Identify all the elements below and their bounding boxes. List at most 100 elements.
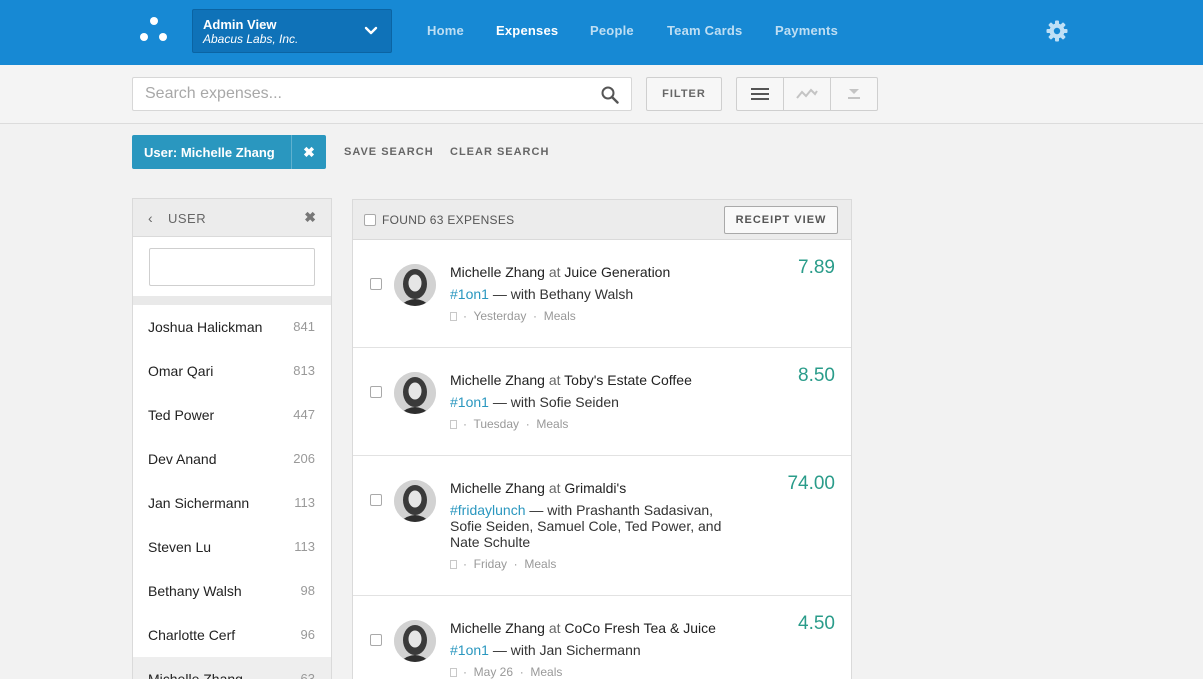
user-list-item[interactable]: Steven Lu 113 [133,525,331,569]
expense-tag[interactable]: #1on1 [450,394,489,410]
close-icon[interactable]: ✖ [304,209,316,226]
expense-checkbox[interactable] [370,278,382,290]
nav-payments[interactable]: Payments [775,23,838,38]
nav-home[interactable]: Home [427,23,464,38]
search-toolbar: FILTER [0,65,1203,124]
expense-title: Michelle Zhang at CoCo Fresh Tea & Juice [450,620,716,636]
user-name: Omar Qari [148,363,214,379]
expense-at: at [548,620,561,636]
expense-user: Michelle Zhang [450,620,545,636]
user-count: 206 [293,451,315,466]
avatar [394,620,436,662]
download-icon [848,89,860,99]
user-name: Dev Anand [148,451,217,467]
expense-attendees: — with Sofie Seiden [492,394,619,410]
trend-chart-icon [796,88,818,99]
expense-row[interactable]: Michelle Zhang at Juice Generation #1on1… [353,240,851,348]
user-list-item[interactable]: Ted Power 447 [133,393,331,437]
expense-tag[interactable]: #fridaylunch [450,502,526,518]
expense-amount: 4.50 [798,613,835,634]
top-nav-bar: Admin View Abacus Labs, Inc. Home Expens… [0,0,1203,65]
filter-button[interactable]: FILTER [646,77,722,111]
user-list-item[interactable]: Bethany Walsh 98 [133,569,331,613]
expense-date: Tuesday [473,417,520,431]
user-list-item[interactable]: Joshua Halickman 841 [133,305,331,349]
user-list-item[interactable]: Dev Anand 206 [133,437,331,481]
expense-attendees: — with Bethany Walsh [492,286,634,302]
user-list-item[interactable]: Omar Qari 813 [133,349,331,393]
expense-description: #1on1 — with Sofie Seiden [450,394,740,410]
expense-tag[interactable]: #1on1 [450,642,489,658]
clear-search-button[interactable]: CLEAR SEARCH [450,146,549,158]
expense-row[interactable]: Michelle Zhang at Grimaldi's #fridaylunc… [353,456,851,596]
expense-merchant: Toby's Estate Coffee [564,372,692,388]
avatar [394,264,436,306]
expense-checkbox[interactable] [370,386,382,398]
receipt-icon [450,560,457,569]
found-count-label: FOUND 63 EXPENSES [382,213,515,227]
receipt-icon [450,420,457,429]
user-count: 447 [293,407,315,422]
chevron-left-icon[interactable]: ‹ [148,210,153,226]
expense-date: May 26 [473,665,514,679]
nav-people[interactable]: People [590,23,634,38]
expense-date: Friday [473,557,508,571]
avatar [394,480,436,522]
user-name: Ted Power [148,407,215,423]
expense-merchant: Grimaldi's [564,480,627,496]
receipt-icon [450,668,457,677]
gear-icon[interactable] [1046,20,1068,42]
user-name: Bethany Walsh [148,583,242,599]
filter-chip-label: User: Michelle Zhang [144,145,275,160]
user-list-item[interactable]: Jan Sichermann 113 [133,481,331,525]
expense-tag[interactable]: #1on1 [450,286,489,302]
user-count: 113 [294,539,315,554]
receipt-icon [450,312,457,321]
user-count: 113 [294,495,315,510]
expense-category: Meals [543,309,576,323]
user-filter-chip[interactable]: User: Michelle Zhang ✖ [132,135,326,169]
user-panel-title: USER [168,211,207,226]
account-switcher[interactable]: Admin View Abacus Labs, Inc. [192,9,392,53]
expense-meta: · Yesterday · Meals [450,309,576,323]
view-toggle-group [736,77,878,111]
expense-row[interactable]: Michelle Zhang at Toby's Estate Coffee #… [353,348,851,456]
expense-user: Michelle Zhang [450,372,545,388]
chevron-down-icon [364,26,378,35]
user-name: Michelle Zhang [148,671,243,679]
user-list-item[interactable]: Charlotte Cerf 96 [133,613,331,657]
abacus-logo-icon[interactable] [139,17,169,43]
nav-expenses[interactable]: Expenses [496,23,558,38]
user-count: 841 [293,319,315,334]
expense-row[interactable]: Michelle Zhang at CoCo Fresh Tea & Juice… [353,596,851,679]
user-count: 96 [300,627,315,642]
expense-checkbox[interactable] [370,494,382,506]
avatar [394,372,436,414]
nav-team-cards[interactable]: Team Cards [667,23,742,38]
expense-list-header: FOUND 63 EXPENSES RECEIPT VIEW [353,200,851,240]
user-filter-input[interactable] [149,248,315,286]
download-button[interactable] [831,78,877,110]
expense-title: Michelle Zhang at Grimaldi's [450,480,626,496]
user-count: 98 [300,583,315,598]
search-icon[interactable] [601,86,619,104]
user-count: 63 [300,671,315,679]
save-search-button[interactable]: SAVE SEARCH [344,146,434,158]
receipt-view-button[interactable]: RECEIPT VIEW [724,206,838,234]
user-list-item-selected[interactable]: Michelle Zhang 63 [133,657,331,679]
list-view-button[interactable] [737,78,784,110]
expense-checkbox[interactable] [370,634,382,646]
expense-amount: 7.89 [798,257,835,278]
trend-view-button[interactable] [784,78,831,110]
select-all-checkbox[interactable] [364,214,376,226]
list-view-icon [751,88,769,100]
expense-category: Meals [524,557,557,571]
expense-description: #1on1 — with Jan Sichermann [450,642,740,658]
search-input[interactable] [133,78,593,110]
user-panel-header: ‹ USER ✖ [133,199,331,237]
expense-meta: · Tuesday · Meals [450,417,568,431]
expense-user: Michelle Zhang [450,480,545,496]
close-icon[interactable]: ✖ [291,135,326,169]
expense-at: at [548,372,561,388]
user-name: Charlotte Cerf [148,627,236,643]
